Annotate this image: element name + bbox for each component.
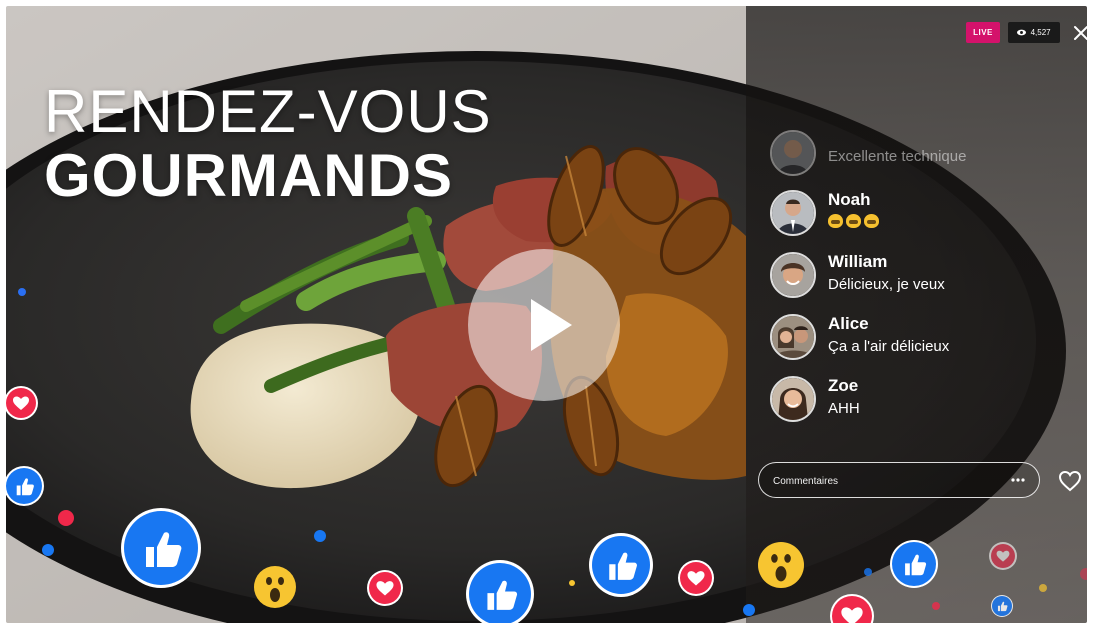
comment-author: Noah — [828, 190, 871, 209]
confetti-dot — [314, 530, 326, 542]
avatar — [770, 376, 816, 422]
love-reaction — [680, 562, 712, 594]
thumbs-up-icon — [997, 601, 1008, 612]
heart-reaction-icon — [687, 571, 705, 586]
comment-list: Excellente technique Noah William Délici… — [770, 130, 1080, 434]
grinning-emoji-icon — [828, 214, 843, 228]
thumbs-up-icon — [487, 580, 518, 610]
thumbs-up-icon — [16, 478, 34, 496]
avatar-man-curly — [772, 254, 814, 296]
comment-input[interactable] — [771, 463, 1005, 499]
confetti-dot — [42, 544, 54, 556]
like-heart-button[interactable] — [1058, 470, 1082, 492]
comment-item: Noah — [770, 186, 1080, 248]
close-icon — [1074, 26, 1087, 40]
confetti-dot — [864, 568, 872, 576]
heart-reaction-icon — [13, 396, 29, 410]
wow-emoji-icon — [771, 554, 791, 582]
like-reaction — [124, 511, 198, 585]
avatar-couple — [772, 316, 814, 358]
like-reaction — [469, 563, 531, 623]
viewer-count: 4,527 — [1030, 28, 1051, 37]
comment-author: William — [828, 252, 888, 271]
like-reaction — [992, 596, 1012, 616]
heart-icon — [1058, 470, 1082, 492]
confetti-dot — [1039, 584, 1047, 592]
avatar-man-beard — [772, 132, 814, 174]
love-reaction — [369, 572, 401, 604]
confetti-dot — [18, 288, 26, 296]
avatar-woman — [772, 378, 814, 420]
thumbs-up-icon — [905, 554, 927, 576]
confetti-dot — [569, 580, 575, 586]
heart-reaction-icon — [376, 581, 394, 596]
avatar-man-suit — [772, 192, 814, 234]
live-panel: LIVE 4,527 Excellente technique Noah Wil… — [746, 6, 1087, 623]
love-reaction — [832, 596, 872, 623]
close-button[interactable] — [1070, 22, 1087, 44]
play-button[interactable] — [468, 249, 620, 401]
viewer-count-badge: 4,527 — [1008, 22, 1060, 43]
avatar — [770, 314, 816, 360]
more-icon — [1011, 478, 1025, 482]
live-badge: LIVE — [966, 22, 1000, 43]
comment-text: Délicieux, je veux — [828, 276, 945, 293]
like-reaction — [892, 542, 936, 586]
more-options-button[interactable] — [1009, 473, 1027, 487]
headline-line-1: RENDEZ-VOUS — [44, 78, 492, 145]
avatar — [770, 190, 816, 236]
wow-reaction — [758, 542, 804, 588]
headline: RENDEZ-VOUS GOURMANDS — [44, 82, 492, 206]
confetti-dot — [932, 602, 940, 610]
wow-emoji-icon — [266, 577, 284, 602]
comment-item: Zoe AHH — [770, 372, 1080, 434]
eye-icon — [1017, 29, 1027, 36]
comment-item: William Délicieux, je veux — [770, 248, 1080, 310]
comment-text: Excellente technique — [828, 148, 967, 165]
live-video-frame: RENDEZ-VOUS GOURMANDS LIVE 4,527 Excelle… — [6, 6, 1087, 623]
wow-reaction — [254, 566, 296, 608]
grinning-emoji-icon — [864, 214, 879, 228]
thumbs-up-icon — [609, 552, 637, 580]
heart-reaction-icon — [996, 550, 1010, 562]
comment-text: Ça a l'air délicieux — [828, 338, 950, 355]
confetti-dot — [743, 604, 755, 616]
grinning-emoji-icon — [846, 214, 861, 228]
avatar — [770, 130, 816, 176]
comment-text — [828, 214, 882, 232]
love-reaction — [991, 544, 1015, 568]
comment-author: Zoe — [828, 376, 859, 395]
confetti-dot — [58, 510, 74, 526]
play-icon — [531, 299, 572, 351]
love-reaction — [6, 388, 36, 418]
avatar — [770, 252, 816, 298]
like-reaction — [592, 536, 650, 594]
like-reaction — [6, 468, 42, 504]
heart-reaction-icon — [841, 607, 863, 623]
comment-text: AHH — [828, 400, 860, 417]
headline-line-2: GOURMANDS — [44, 142, 453, 209]
comment-author: Alice — [828, 314, 869, 333]
confetti-dot — [1080, 568, 1087, 580]
thumbs-up-icon — [146, 532, 182, 567]
comment-input-box — [758, 462, 1040, 499]
comment-item: Excellente technique — [770, 130, 1080, 186]
comment-item: Alice Ça a l'air délicieux — [770, 310, 1080, 372]
